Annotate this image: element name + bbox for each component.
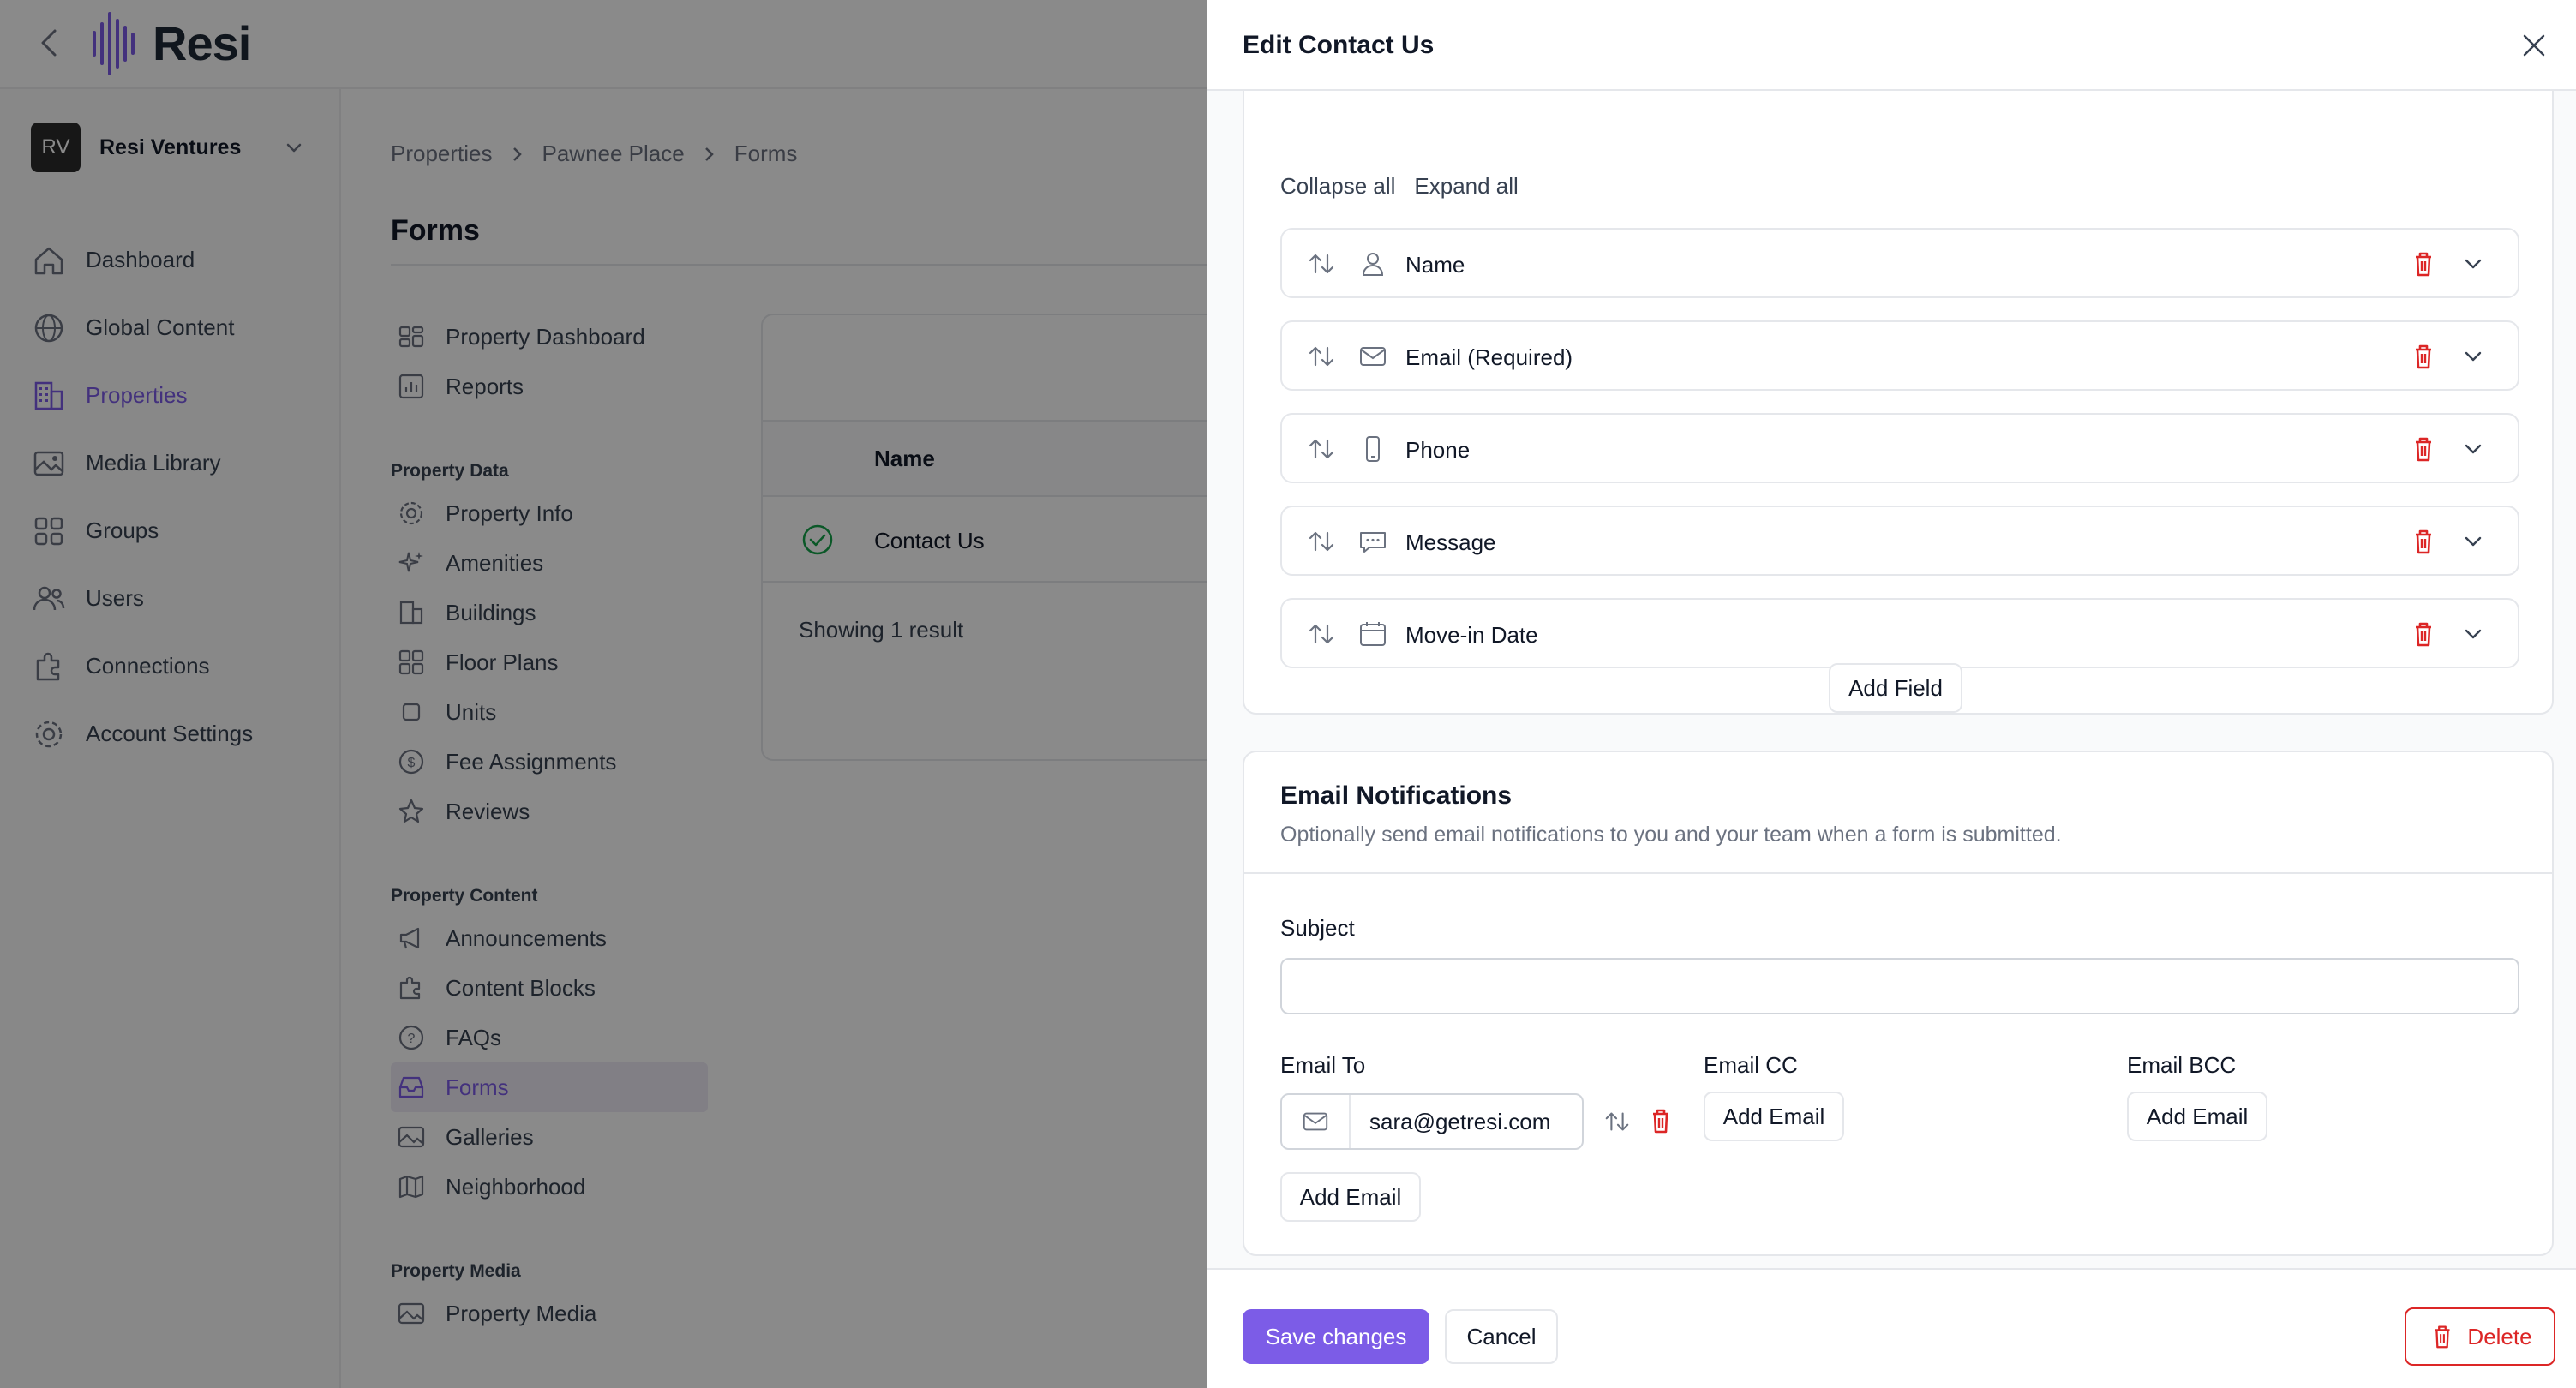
chevron-down-icon[interactable] [2459,435,2487,463]
sort-icon[interactable] [1306,341,1337,372]
calendar-icon [1357,619,1388,649]
sort-icon[interactable] [1306,526,1337,557]
app-window: Resi RV Resi Ventures Dashboard Global C… [0,0,2576,1388]
sort-icon[interactable] [1603,1107,1632,1136]
trash-icon[interactable] [2408,526,2439,557]
close-icon[interactable] [2519,31,2549,60]
drawer-title: Edit Contact Us [1243,31,1435,59]
delete-button[interactable]: Delete [2405,1307,2555,1366]
field-row-email[interactable]: Email (Required) [1280,320,2519,391]
email-notifications-card: Email Notifications Optionally send emai… [1243,751,2554,1256]
add-email-to-button[interactable]: Add Email [1280,1172,1421,1222]
chevron-down-icon[interactable] [2459,250,2487,278]
email-bcc-label: Email BCC [2127,1052,2237,1078]
field-label: Phone [1405,437,1471,463]
section-description: Optionally send email notifications to y… [1280,823,2062,847]
section-title: Email Notifications [1280,781,1513,810]
form-fields-card: Collapse all Expand all Name Email (Requ… [1243,91,2554,715]
field-label: Email (Required) [1405,344,1573,370]
chevron-down-icon[interactable] [2459,620,2487,648]
edit-drawer: Edit Contact Us Collapse all Expand all … [1207,0,2576,1388]
email-to-value[interactable]: sara@getresi.com [1351,1095,1582,1148]
chat-icon [1357,526,1388,557]
collapse-all-link[interactable]: Collapse all [1280,173,1395,200]
field-label: Message [1405,529,1496,555]
email-to-label: Email To [1280,1052,1366,1078]
subject-input[interactable] [1280,958,2519,1014]
delete-label: Delete [2467,1323,2532,1349]
trash-icon[interactable] [1645,1105,1676,1136]
collapse-controls: Collapse all Expand all [1280,173,1519,200]
modal-overlay[interactable] [0,0,1207,1388]
add-email-bcc-button[interactable]: Add Email [2127,1092,2267,1141]
save-changes-button[interactable]: Save changes [1243,1309,1429,1364]
email-cc-label: Email CC [1704,1052,1798,1078]
mail-icon [1282,1095,1351,1148]
add-field-button[interactable]: Add Field [1829,663,1962,713]
field-row-message[interactable]: Message [1280,506,2519,576]
chevron-down-icon[interactable] [2459,343,2487,370]
trash-icon[interactable] [2408,434,2439,464]
chevron-down-icon[interactable] [2459,528,2487,555]
cancel-button[interactable]: Cancel [1445,1309,1558,1364]
field-row-phone[interactable]: Phone [1280,413,2519,483]
field-row-move-in-date[interactable]: Move-in Date [1280,598,2519,668]
mail-icon [1357,341,1388,372]
drawer-body[interactable]: Collapse all Expand all Name Email (Requ… [1207,91,2576,1268]
trash-icon [2428,1322,2457,1351]
trash-icon[interactable] [2408,341,2439,372]
trash-icon[interactable] [2408,619,2439,649]
trash-icon[interactable] [2408,248,2439,279]
email-to-field[interactable]: sara@getresi.com [1280,1093,1584,1150]
field-label: Move-in Date [1405,622,1538,648]
sort-icon[interactable] [1306,619,1337,649]
drawer-footer: Save changes Cancel Delete [1207,1268,2576,1388]
user-icon [1357,248,1388,279]
add-email-cc-button[interactable]: Add Email [1704,1092,1844,1141]
field-label: Name [1405,252,1465,278]
drawer-header: Edit Contact Us [1207,0,2576,91]
subject-label: Subject [1280,915,1355,941]
sort-icon[interactable] [1306,434,1337,464]
sort-icon[interactable] [1306,248,1337,279]
divider [1244,872,2552,874]
phone-icon [1357,434,1388,464]
expand-all-link[interactable]: Expand all [1414,173,1518,200]
field-row-name[interactable]: Name [1280,228,2519,298]
